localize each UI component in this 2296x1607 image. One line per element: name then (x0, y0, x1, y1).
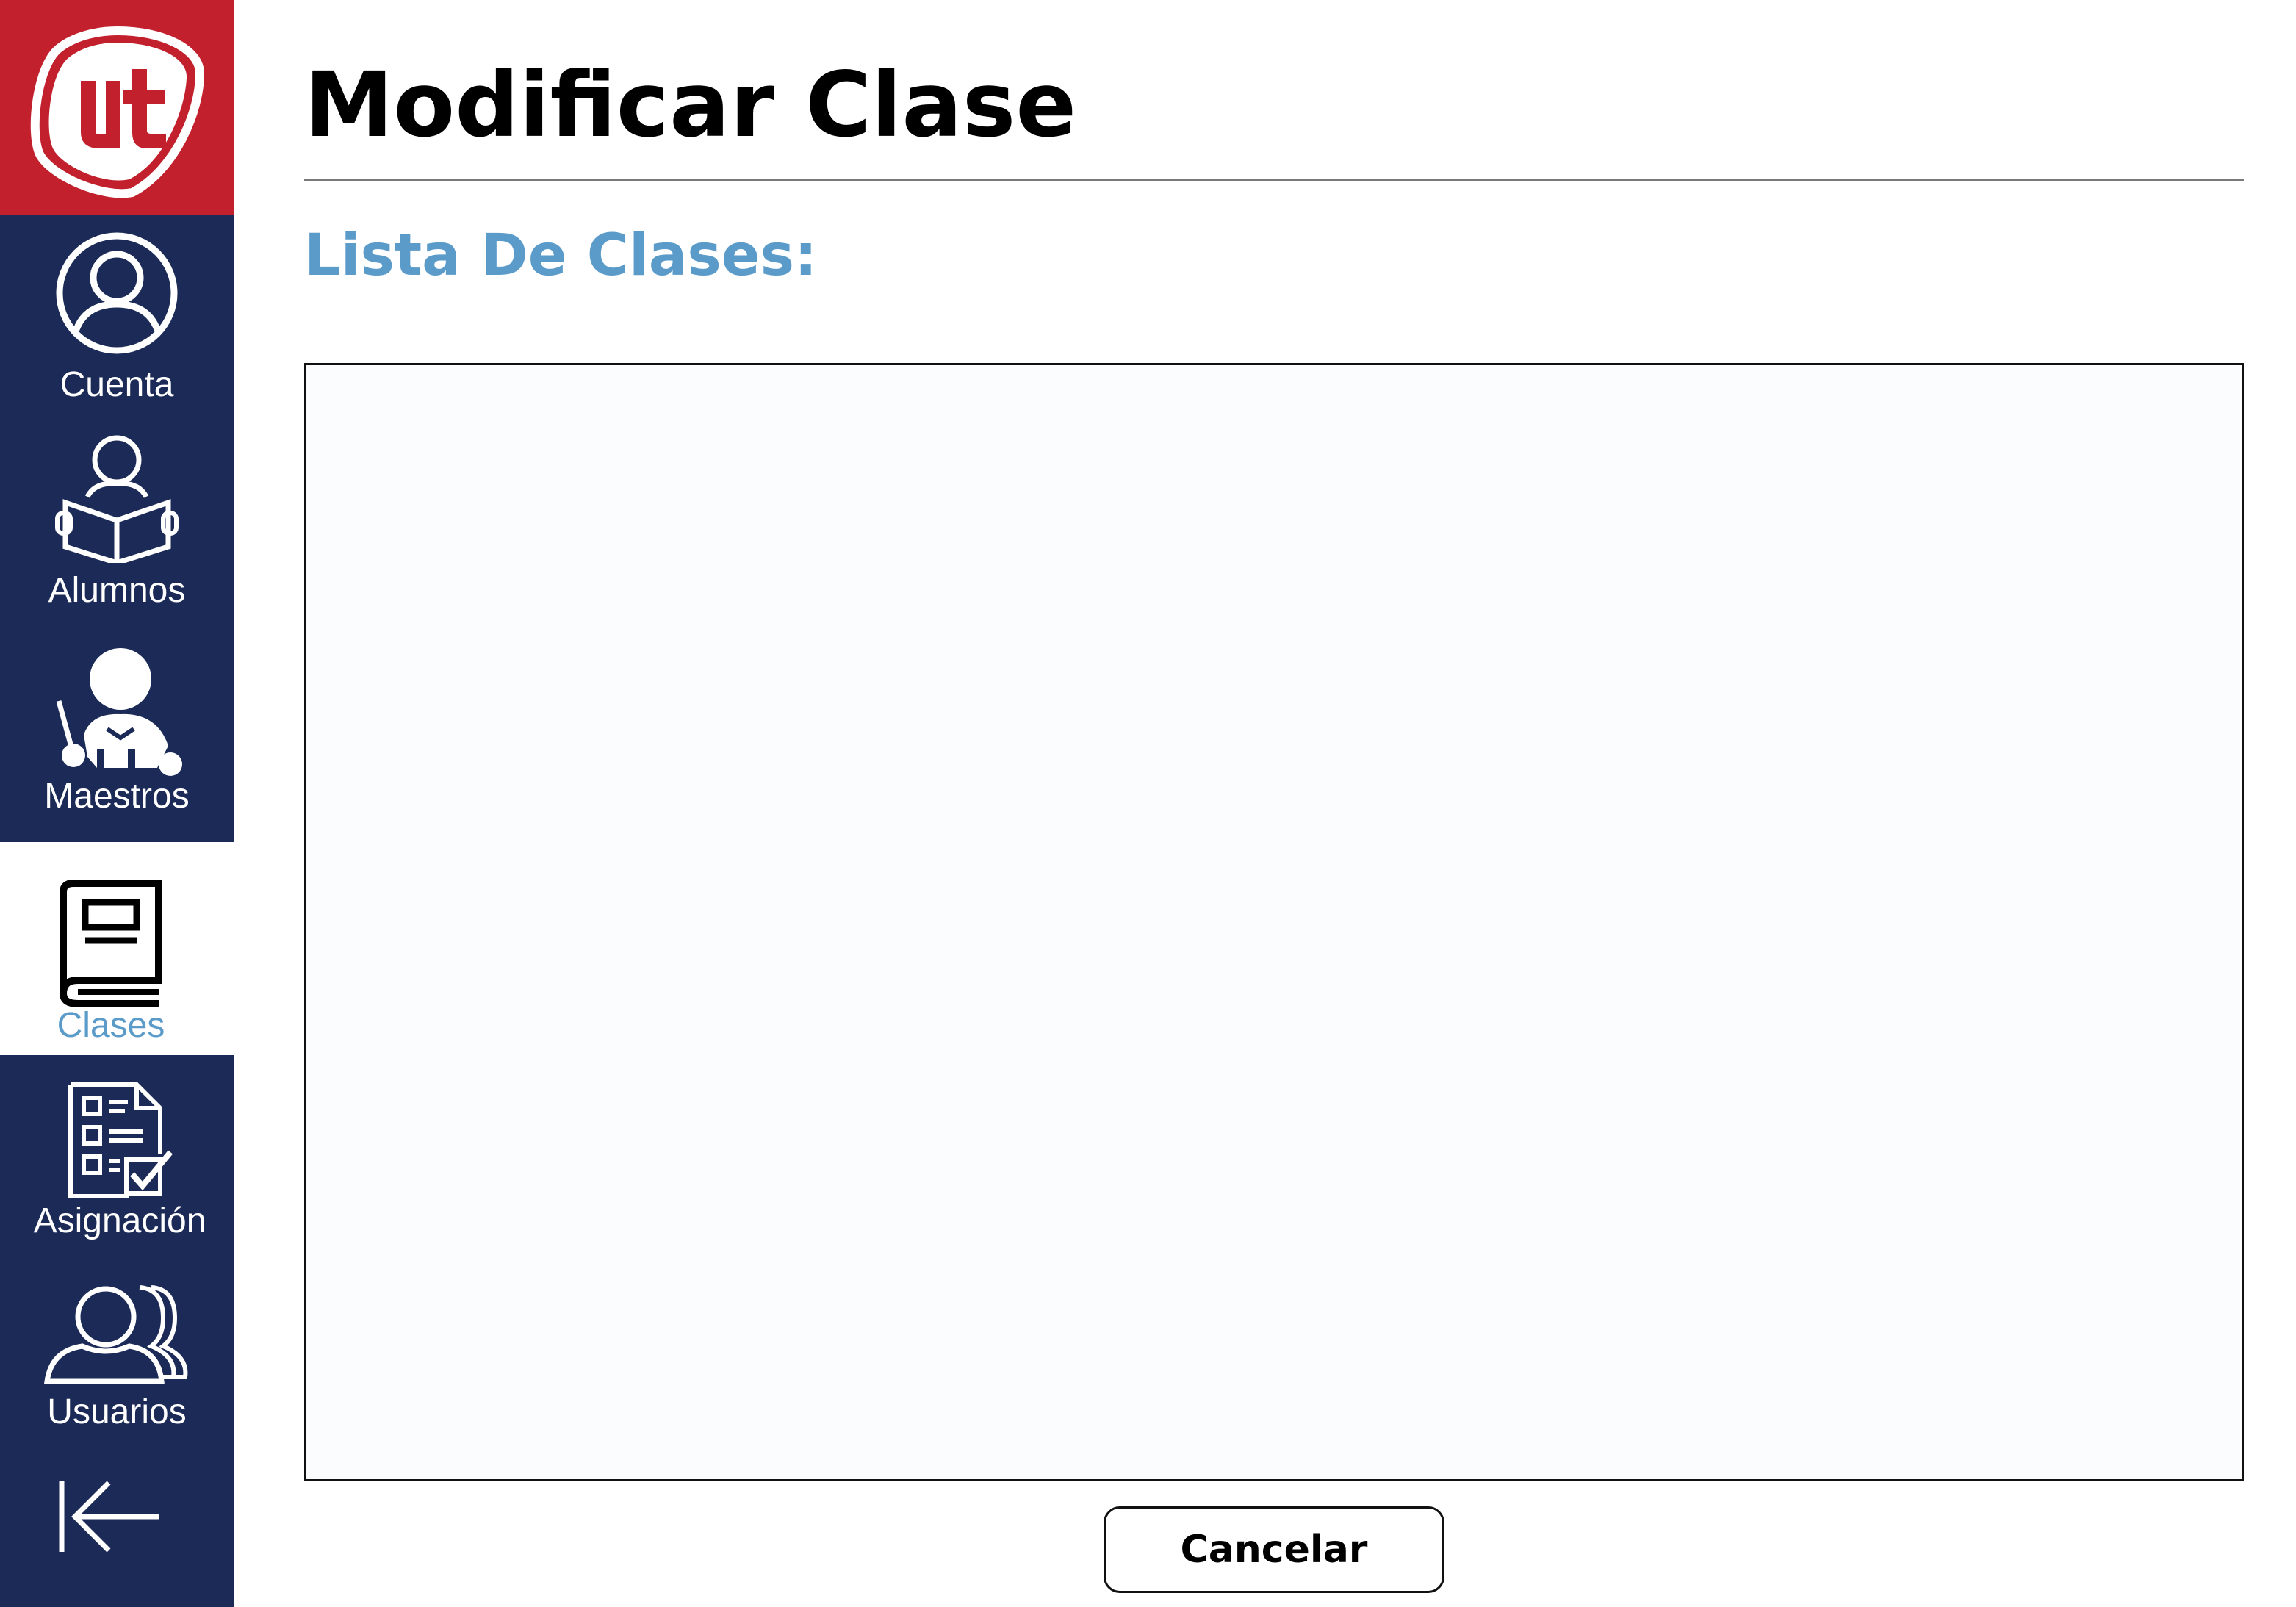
sidebar-item-label: Clases (57, 1006, 165, 1045)
ut-logo-icon (30, 26, 205, 198)
sidebar-item-label: Usuarios (47, 1392, 187, 1431)
title-divider (304, 179, 2244, 181)
arrow-left-to-bar-icon (0, 1475, 234, 1556)
user-circle-icon (0, 231, 234, 356)
teacher-icon (0, 647, 234, 779)
sidebar-item-maestros[interactable]: Maestros (0, 632, 234, 838)
class-list[interactable] (304, 363, 2244, 1481)
sidebar-item-label: Asignación (33, 1201, 206, 1240)
checklist-icon (0, 1080, 234, 1201)
page-title: Modificar Clase (304, 53, 1077, 157)
logo (0, 0, 234, 215)
sidebar-item-label: Alumnos (48, 571, 186, 610)
sidebar-item-usuarios[interactable]: Usuarios (0, 1264, 234, 1448)
sidebar-item-label: Maestros (44, 777, 190, 816)
book-icon (0, 877, 234, 1010)
sidebar: Cuenta Alumnos Maestros Clases Asignació… (0, 0, 234, 1607)
users-icon (0, 1283, 234, 1386)
sidebar-item-cuenta[interactable]: Cuenta (0, 220, 234, 419)
class-list-heading: Lista De Clases: (304, 223, 818, 289)
sidebar-item-clases[interactable]: Clases (0, 842, 234, 1055)
sidebar-item-asignacion[interactable]: Asignación (0, 1063, 234, 1246)
sidebar-item-alumnos[interactable]: Alumnos (0, 426, 234, 625)
logout-button[interactable] (0, 1470, 234, 1565)
sidebar-item-label: Cuenta (60, 365, 174, 404)
cancel-button[interactable]: Cancelar (1104, 1506, 1444, 1593)
student-reading-icon (0, 431, 234, 563)
